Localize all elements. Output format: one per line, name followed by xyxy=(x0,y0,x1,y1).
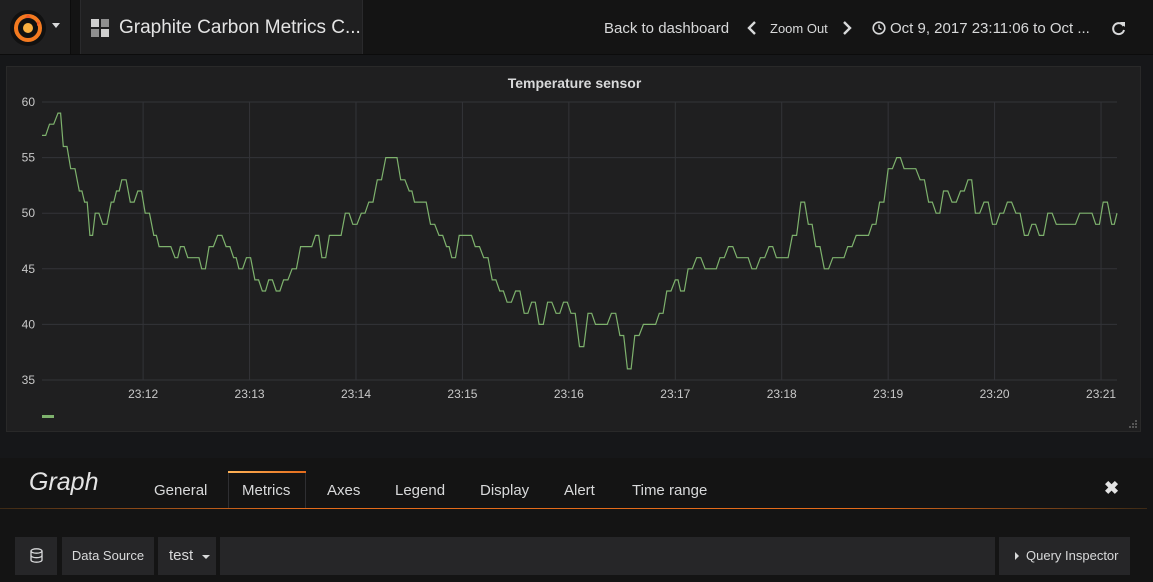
tab-metrics[interactable]: Metrics xyxy=(242,482,290,499)
chevron-right-icon[interactable] xyxy=(840,20,854,36)
x-tick-label: 23:18 xyxy=(767,387,797,401)
x-tick-label: 23:12 xyxy=(128,387,158,401)
x-tick-label: 23:13 xyxy=(235,387,265,401)
close-editor-icon[interactable]: ✖ xyxy=(1104,478,1119,499)
x-tick-label: 23:19 xyxy=(873,387,903,401)
query-inspector-label: Query Inspector xyxy=(1026,548,1119,563)
tab-display[interactable]: Display xyxy=(480,482,529,499)
query-inspector-button[interactable]: Query Inspector xyxy=(999,537,1130,575)
caret-down-icon xyxy=(202,555,210,559)
dashboard-grid-icon xyxy=(91,19,109,37)
y-tick-label: 50 xyxy=(22,206,36,220)
panel-resize-handle[interactable] xyxy=(1129,420,1137,428)
zoom-out-button[interactable]: Zoom Out xyxy=(770,21,828,36)
x-tick-label: 23:21 xyxy=(1086,387,1116,401)
x-tick-label: 23:17 xyxy=(660,387,690,401)
database-icon xyxy=(30,548,43,563)
dashboard-title: Graphite Carbon Metrics C... xyxy=(119,17,361,38)
time-range-picker[interactable]: Oct 9, 2017 23:11:06 to Oct ... xyxy=(890,20,1090,37)
data-source-label: Data Source xyxy=(62,537,154,575)
temperature-line-chart: 35 40 45 50 55 60 23:12 23:13 23:14 23:15 23:16 23:… xyxy=(22,95,1118,401)
refresh-icon[interactable] xyxy=(1110,20,1127,37)
editor-title: Graph xyxy=(29,468,99,496)
tab-alert[interactable]: Alert xyxy=(564,482,595,499)
active-tab-highlight xyxy=(228,471,306,473)
y-tick-label: 45 xyxy=(22,262,36,276)
tab-general[interactable]: General xyxy=(154,482,207,499)
legend-series-swatch[interactable] xyxy=(42,415,54,418)
datasource-icon-box xyxy=(15,537,57,575)
data-source-value: test xyxy=(169,547,194,564)
top-navbar: Graphite Carbon Metrics C... Back to das… xyxy=(0,0,1153,55)
editor-tab-underline xyxy=(0,508,1147,509)
temperature-series-line[interactable] xyxy=(42,112,1118,370)
data-source-select[interactable]: test xyxy=(158,537,216,575)
clock-icon xyxy=(872,21,886,35)
tab-axes[interactable]: Axes xyxy=(327,482,360,499)
grafana-logo-icon xyxy=(10,10,46,46)
dashboard-title-button[interactable]: Graphite Carbon Metrics C... xyxy=(80,0,363,54)
tab-legend[interactable]: Legend xyxy=(395,482,445,499)
x-tick-label: 23:20 xyxy=(980,387,1010,401)
tab-time-range[interactable]: Time range xyxy=(632,482,707,499)
back-to-dashboard-link[interactable]: Back to dashboard xyxy=(604,20,729,37)
y-tick-label: 40 xyxy=(22,317,36,331)
grafana-menu-button[interactable] xyxy=(0,0,71,54)
graph-panel[interactable]: Temperature sensor 35 40 45 50 55 60 23:12 23:1… xyxy=(6,66,1141,432)
y-tick-label: 35 xyxy=(22,373,36,387)
x-tick-label: 23:15 xyxy=(447,387,477,401)
y-tick-label: 55 xyxy=(22,151,36,165)
x-tick-label: 23:16 xyxy=(554,387,584,401)
datasource-row-filler xyxy=(220,537,995,575)
caret-right-icon xyxy=(1015,552,1019,560)
x-tick-label: 23:14 xyxy=(341,387,371,401)
caret-down-icon xyxy=(52,23,60,28)
chevron-left-icon[interactable] xyxy=(745,20,759,36)
y-tick-label: 60 xyxy=(22,95,36,109)
